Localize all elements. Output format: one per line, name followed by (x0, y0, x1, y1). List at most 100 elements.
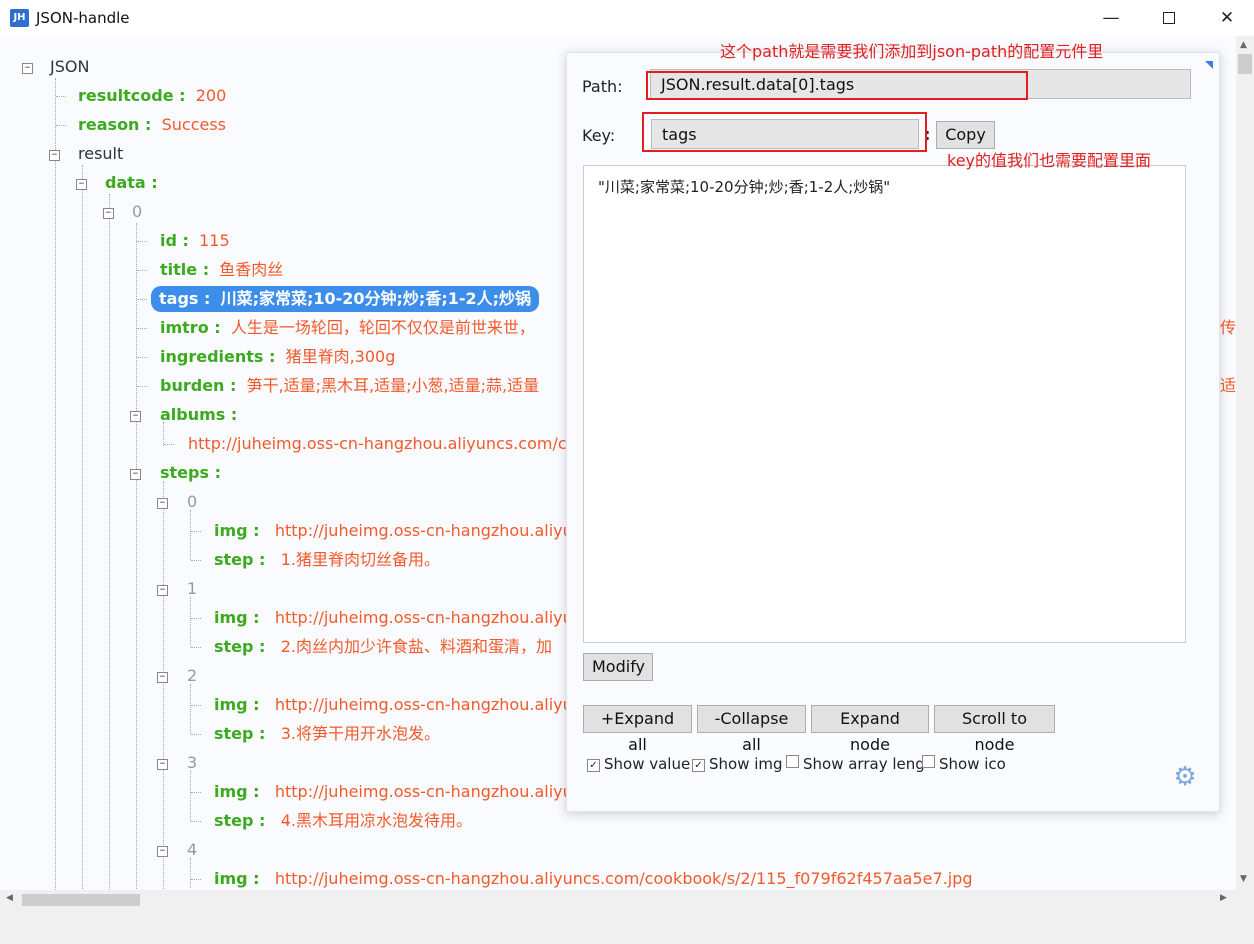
scroll-thumb[interactable] (22, 894, 140, 906)
tree-node-step[interactable]: step : 3.将笋干用开水泡发。 (214, 722, 440, 746)
tree-node-steps[interactable]: steps : (160, 461, 221, 485)
tree-node-img[interactable]: img : http://juheimg.oss-cn-hangzhou.ali… (214, 780, 573, 804)
collapse-toggle-icon[interactable]: − (76, 179, 87, 190)
node-value: 鱼香肉丝 (219, 260, 284, 279)
tree-node-step-index[interactable]: 0 (187, 490, 197, 514)
maximize-button[interactable] (1140, 0, 1198, 36)
tree-node-reason[interactable]: reason : Success (78, 113, 226, 137)
node-value: 猪里脊肉,300g (285, 347, 396, 366)
tree-node-data[interactable]: data : (105, 171, 158, 195)
tree-guide (56, 125, 66, 126)
tree-node-img[interactable]: img : http://juheimg.oss-cn-hangzhou.ali… (214, 693, 573, 717)
checkbox-empty-icon[interactable] (786, 755, 799, 768)
checkbox-checked-icon[interactable]: ✓ (692, 759, 705, 772)
tree-node-step[interactable]: step : 2.肉丝内加少许食盐、料酒和蛋清，加 (214, 635, 552, 659)
checkbox-empty-icon[interactable] (922, 755, 935, 768)
annotation-key-box (642, 112, 927, 152)
panel-corner-icon[interactable] (1205, 61, 1213, 69)
tree-node-resultcode[interactable]: resultcode : 200 (78, 84, 226, 108)
show-value-checkbox[interactable]: ✓ Show value (587, 755, 690, 773)
tree-node-album-url[interactable]: http://juheimg.oss-cn-hangzhou.aliyuncs.… (188, 432, 586, 456)
collapse-toggle-icon[interactable]: − (157, 846, 168, 857)
node-key: title : (160, 260, 210, 279)
expand-node-button[interactable]: Expand node (811, 705, 929, 754)
tree-node-img[interactable]: img : http://juheimg.oss-cn-hangzhou.ali… (214, 867, 973, 890)
node-value: 川菜;家常菜;10-20分钟;炒;香;1-2人;炒锅 (220, 289, 532, 308)
tree-node-step-index[interactable]: 3 (187, 751, 197, 775)
show-array-length-checkbox[interactable]: Show array leng (786, 755, 925, 773)
collapse-toggle-icon[interactable]: − (157, 759, 168, 770)
tree-node-tags-selected[interactable]: tags : 川菜;家常菜;10-20分钟;炒;香;1-2人;炒锅 (151, 286, 540, 312)
node-key: step : (214, 811, 266, 830)
collapse-toggle-icon[interactable]: − (157, 498, 168, 509)
node-value: http://juheimg.oss-cn-hangzhou.aliyuncs.… (188, 434, 587, 453)
collapse-toggle-icon[interactable]: − (103, 208, 114, 219)
node-value: 1.猪里脊肉切丝备用。 (280, 550, 440, 569)
scroll-right-icon[interactable]: ▶ (1220, 893, 1227, 903)
node-key: img : (214, 521, 260, 540)
tree-node-id[interactable]: id : 115 (160, 229, 230, 253)
tree-node-burden[interactable]: burden : 笋干,适量;黑木耳,适量;小葱,适量;蒜,适量 (160, 374, 539, 398)
node-value: http://juheimg.oss-cn-hangzhou.aliyu (274, 608, 573, 627)
tree-node-step-index[interactable]: 4 (187, 838, 197, 862)
show-ico-checkbox[interactable]: Show ico (922, 755, 1006, 773)
gear-icon[interactable]: ⚙ (1171, 763, 1199, 791)
scroll-down-icon[interactable]: ▼ (1240, 874, 1247, 884)
collapse-all-button[interactable]: -Collapse all (697, 705, 806, 754)
tree-node-step-index[interactable]: 2 (187, 664, 197, 688)
node-key: imtro : (160, 318, 221, 337)
tree-node-title[interactable]: title : 鱼香肉丝 (160, 258, 283, 282)
path-label: Path: (582, 77, 623, 96)
tree-guide (137, 386, 147, 387)
show-img-checkbox[interactable]: ✓ Show img (692, 755, 783, 773)
tree-node-img[interactable]: img : http://juheimg.oss-cn-hangzhou.ali… (214, 606, 573, 630)
node-key: data : (105, 173, 158, 192)
node-key: resultcode : (78, 86, 186, 105)
tree-node-albums[interactable]: albums : (160, 403, 237, 427)
maximize-icon (1163, 12, 1175, 24)
node-index: 1 (187, 579, 198, 598)
tree-node-imtro[interactable]: imtro : 人生是一场轮回，轮回不仅仅是前世来世， (160, 316, 535, 340)
scroll-to-node-button[interactable]: Scroll to node (934, 705, 1055, 754)
tree-node-result[interactable]: result (78, 142, 123, 166)
node-value: http://juheimg.oss-cn-hangzhou.aliyu (274, 521, 573, 540)
scroll-up-icon[interactable]: ▲ (1240, 40, 1247, 50)
close-button[interactable]: ✕ (1198, 0, 1254, 36)
minimize-button[interactable]: — (1082, 0, 1140, 36)
tree-guide (191, 705, 201, 706)
modify-button[interactable]: Modify (583, 653, 653, 681)
scroll-thumb[interactable] (1238, 54, 1252, 74)
value-textarea[interactable]: "川菜;家常菜;10-20分钟;炒;香;1-2人;炒锅" (583, 165, 1186, 643)
expand-all-button[interactable]: +Expand all (583, 705, 692, 754)
tree-node-root[interactable]: JSON (50, 55, 89, 79)
node-value-overflow: 适 (1220, 376, 1236, 395)
node-key: tags : (159, 289, 211, 308)
collapse-toggle-icon[interactable]: − (49, 150, 60, 161)
tree-guide (191, 618, 201, 619)
node-index: 2 (187, 666, 198, 685)
tree-node-index[interactable]: 0 (132, 200, 142, 224)
collapse-toggle-icon[interactable]: − (130, 411, 141, 422)
copy-button[interactable]: Copy (936, 121, 995, 149)
tree-node-ingredients[interactable]: ingredients : 猪里脊肉,300g (160, 345, 395, 369)
node-index: 4 (187, 840, 198, 859)
collapse-toggle-icon[interactable]: − (22, 63, 33, 74)
tree-guide (190, 510, 191, 560)
checkbox-label: Show array leng (803, 755, 925, 773)
node-value: 200 (195, 86, 227, 105)
collapse-toggle-icon[interactable]: − (157, 585, 168, 596)
key-label: Key: (582, 126, 616, 145)
tree-node-img[interactable]: img : http://juheimg.oss-cn-hangzhou.ali… (214, 519, 573, 543)
horizontal-scrollbar[interactable]: ◀ ▶ (0, 890, 1236, 910)
collapse-toggle-icon[interactable]: − (130, 469, 141, 480)
tree-node-step[interactable]: step : 4.黑木耳用凉水泡发待用。 (214, 809, 472, 833)
node-index: 3 (187, 753, 198, 772)
node-key: img : (214, 608, 260, 627)
tree-node-step[interactable]: step : 1.猪里脊肉切丝备用。 (214, 548, 440, 572)
tree-guide (137, 241, 147, 242)
tree-node-step-index[interactable]: 1 (187, 577, 197, 601)
vertical-scrollbar[interactable]: ▲ ▼ (1236, 36, 1254, 890)
collapse-toggle-icon[interactable]: − (157, 672, 168, 683)
scroll-left-icon[interactable]: ◀ (6, 893, 13, 903)
checkbox-checked-icon[interactable]: ✓ (587, 759, 600, 772)
